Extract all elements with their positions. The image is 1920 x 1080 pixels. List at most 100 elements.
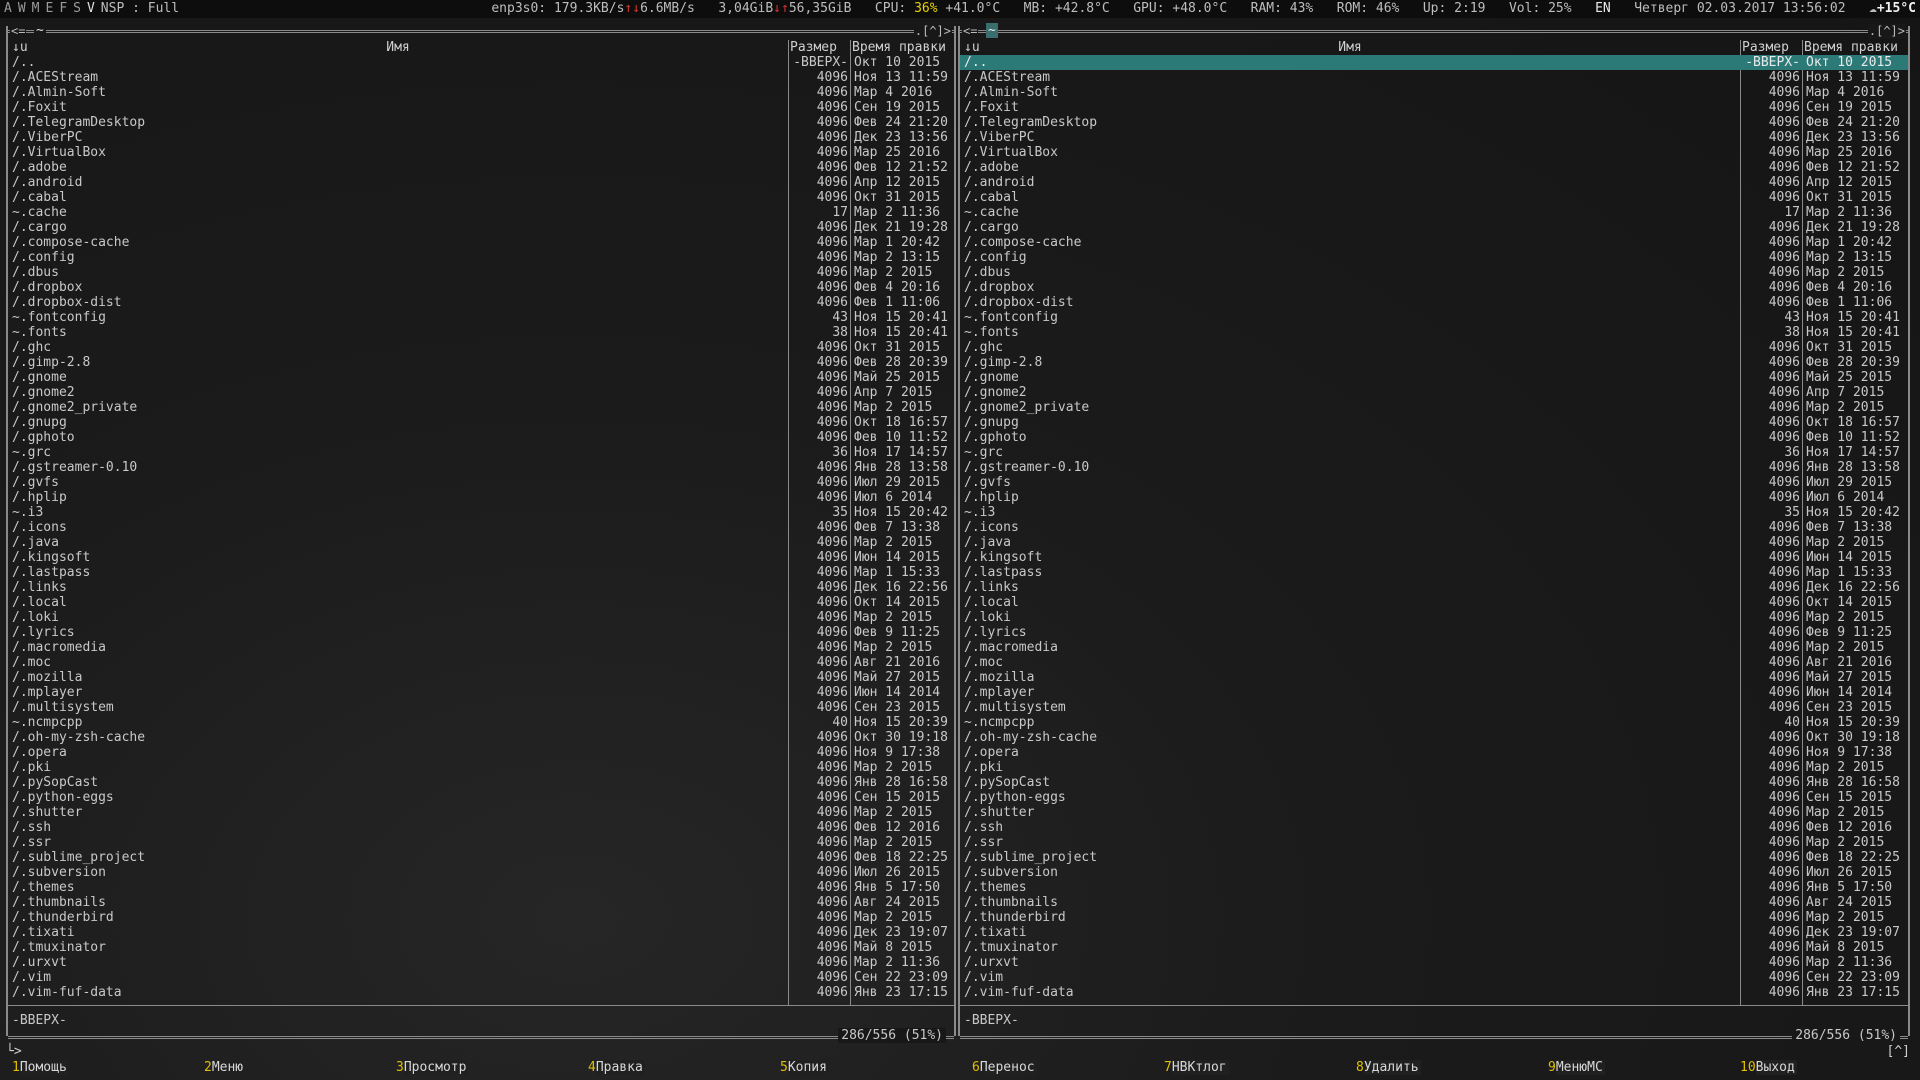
file-row[interactable]: /.gimp-2.8 4096 Фев 28 20:39 <box>8 355 954 370</box>
file-row[interactable]: /.vim-fuf-data 4096 Янв 23 17:15 <box>960 985 1908 1000</box>
file-row[interactable]: ~.grc 36 Ноя 17 14:57 <box>8 445 954 460</box>
file-row[interactable]: /.loki 4096 Мар 2 2015 <box>8 610 954 625</box>
file-row[interactable]: /.tixati 4096 Дек 23 19:07 <box>960 925 1908 940</box>
file-row[interactable]: /.ViberPC 4096 Дек 23 13:56 <box>960 130 1908 145</box>
file-row[interactable]: /.Almin-Soft 4096 Мар 4 2016 <box>8 85 954 100</box>
file-row[interactable]: /.ghc 4096 Окт 31 2015 <box>960 340 1908 355</box>
file-row[interactable]: ~.fontconfig 43 Ноя 15 20:41 <box>960 310 1908 325</box>
file-row[interactable]: /.urxvt 4096 Мар 2 11:36 <box>8 955 954 970</box>
workspace-v[interactable]: V <box>87 1 95 16</box>
file-row[interactable]: /.gphoto 4096 Фев 10 11:52 <box>960 430 1908 445</box>
file-row[interactable]: /.java 4096 Мар 2 2015 <box>960 535 1908 550</box>
file-row[interactable]: /.gnome2_private 4096 Мар 2 2015 <box>8 400 954 415</box>
file-row[interactable]: /.dropbox 4096 Фев 4 20:16 <box>8 280 954 295</box>
file-row[interactable]: /.gstreamer-0.10 4096 Янв 28 13:58 <box>960 460 1908 475</box>
workspace-s[interactable]: S <box>73 1 81 16</box>
column-name[interactable]: Имя <box>960 40 1740 55</box>
file-row[interactable]: /.pki 4096 Мар 2 2015 <box>8 760 954 775</box>
file-row[interactable]: /.multisystem 4096 Сен 23 2015 <box>960 700 1908 715</box>
file-row[interactable]: /.themes 4096 Янв 5 17:50 <box>960 880 1908 895</box>
file-row[interactable]: /.compose-cache 4096 Мар 1 20:42 <box>8 235 954 250</box>
file-row[interactable]: /.links 4096 Дек 16 22:56 <box>960 580 1908 595</box>
file-row[interactable]: /.VirtualBox 4096 Мар 25 2016 <box>8 145 954 160</box>
fkey-9-button[interactable]: 9МенюМС <box>1548 1060 1605 1075</box>
file-row[interactable]: /.mplayer 4096 Июн 14 2014 <box>960 685 1908 700</box>
file-row[interactable]: /.mozilla 4096 Май 27 2015 <box>8 670 954 685</box>
file-row[interactable]: /.gimp-2.8 4096 Фев 28 20:39 <box>960 355 1908 370</box>
file-row[interactable]: /.kingsoft 4096 Июн 14 2015 <box>8 550 954 565</box>
file-row[interactable]: ~.i3 35 Ноя 15 20:42 <box>960 505 1908 520</box>
file-row[interactable]: /.ssr 4096 Мар 2 2015 <box>960 835 1908 850</box>
file-row[interactable]: /.vim-fuf-data 4096 Янв 23 17:15 <box>8 985 954 1000</box>
file-row[interactable]: /.multisystem 4096 Сен 23 2015 <box>8 700 954 715</box>
file-row[interactable]: /.dbus 4096 Мар 2 2015 <box>8 265 954 280</box>
keyboard-layout[interactable]: EN <box>1595 1 1611 16</box>
file-row[interactable]: /.vim 4096 Сен 22 23:09 <box>8 970 954 985</box>
file-row[interactable]: /.mplayer 4096 Июн 14 2014 <box>8 685 954 700</box>
file-row[interactable]: /.dropbox-dist 4096 Фев 1 11:06 <box>960 295 1908 310</box>
file-row[interactable]: /.python-eggs 4096 Сен 15 2015 <box>8 790 954 805</box>
file-row[interactable]: /.dropbox-dist 4096 Фев 1 11:06 <box>8 295 954 310</box>
file-row[interactable]: ~.grc 36 Ноя 17 14:57 <box>960 445 1908 460</box>
file-row[interactable]: /.cargo 4096 Дек 21 19:28 <box>960 220 1908 235</box>
file-row[interactable]: /.lyrics 4096 Фев 9 11:25 <box>8 625 954 640</box>
file-row[interactable]: /.ACEStream 4096 Ноя 13 11:59 <box>8 70 954 85</box>
right-panel[interactable]: <= ~ .[^]> ↓u Имя Размер Время правки /.… <box>958 23 1910 1043</box>
file-row[interactable]: /.android 4096 Апр 12 2015 <box>8 175 954 190</box>
file-row[interactable]: /.gnupg 4096 Окт 18 16:57 <box>8 415 954 430</box>
file-row[interactable]: /.lastpass 4096 Мар 1 15:33 <box>8 565 954 580</box>
file-row[interactable]: /.macromedia 4096 Мар 2 2015 <box>8 640 954 655</box>
file-row[interactable]: /.gvfs 4096 Июл 29 2015 <box>960 475 1908 490</box>
file-row[interactable]: /.gstreamer-0.10 4096 Янв 28 13:58 <box>8 460 954 475</box>
workspace-m[interactable]: M <box>32 1 40 16</box>
column-size[interactable]: Размер <box>1742 40 1789 55</box>
panel-path[interactable]: ~ <box>986 23 998 38</box>
file-row[interactable]: /.lyrics 4096 Фев 9 11:25 <box>960 625 1908 640</box>
file-row[interactable]: /.. -ВВЕРХ- Окт 10 2015 <box>960 55 1908 70</box>
file-row[interactable]: ~.fonts 38 Ноя 15 20:41 <box>960 325 1908 340</box>
file-row[interactable]: /.compose-cache 4096 Мар 1 20:42 <box>960 235 1908 250</box>
column-mtime[interactable]: Время правки <box>1804 40 1898 55</box>
fkey-2-button[interactable]: 2Меню <box>204 1060 246 1075</box>
file-row[interactable]: ~.fontconfig 43 Ноя 15 20:41 <box>8 310 954 325</box>
file-row[interactable]: /.oh-my-zsh-cache 4096 Окт 30 19:18 <box>8 730 954 745</box>
file-row[interactable]: /.vim 4096 Сен 22 23:09 <box>960 970 1908 985</box>
file-row[interactable]: /.hplip 4096 Июл 6 2014 <box>8 490 954 505</box>
fkey-1-button[interactable]: 1Помощь <box>12 1060 69 1075</box>
file-row[interactable]: /.cabal 4096 Окт 31 2015 <box>8 190 954 205</box>
file-row[interactable]: /.urxvt 4096 Мар 2 11:36 <box>960 955 1908 970</box>
file-row[interactable]: ~.ncmpcpp 40 Ноя 15 20:39 <box>8 715 954 730</box>
file-row[interactable]: /.opera 4096 Ноя 9 17:38 <box>960 745 1908 760</box>
file-row[interactable]: /.icons 4096 Фев 7 13:38 <box>8 520 954 535</box>
panel-menu-button[interactable]: <= <box>10 24 27 39</box>
fkey-6-button[interactable]: 6Перенос <box>972 1060 1037 1075</box>
file-row[interactable]: /.Almin-Soft 4096 Мар 4 2016 <box>960 85 1908 100</box>
file-row[interactable]: /.gnome2_private 4096 Мар 2 2015 <box>960 400 1908 415</box>
file-row[interactable]: /.dbus 4096 Мар 2 2015 <box>960 265 1908 280</box>
file-row[interactable]: /.ViberPC 4096 Дек 23 13:56 <box>8 130 954 145</box>
panel-history-button[interactable]: .[^]> <box>913 24 952 39</box>
file-row[interactable]: /.loki 4096 Мар 2 2015 <box>960 610 1908 625</box>
workspace-e[interactable]: E <box>45 1 53 16</box>
file-row[interactable]: /.sublime_project 4096 Фев 18 22:25 <box>960 850 1908 865</box>
file-row[interactable]: /.ghc 4096 Окт 31 2015 <box>8 340 954 355</box>
file-row[interactable]: /.shutter 4096 Мар 2 2015 <box>8 805 954 820</box>
file-row[interactable]: /.config 4096 Мар 2 13:15 <box>960 250 1908 265</box>
command-prompt[interactable]: └> <box>6 1044 22 1059</box>
file-row[interactable]: /.thunderbird 4096 Мар 2 2015 <box>960 910 1908 925</box>
file-row[interactable]: /.thunderbird 4096 Мар 2 2015 <box>8 910 954 925</box>
fkey-7-button[interactable]: 7НВКтлог <box>1164 1060 1229 1075</box>
file-row[interactable]: /.ssh 4096 Фев 12 2016 <box>960 820 1908 835</box>
file-row[interactable]: /.gnome2 4096 Апр 7 2015 <box>8 385 954 400</box>
file-row[interactable]: /.adobe 4096 Фев 12 21:52 <box>8 160 954 175</box>
file-row[interactable]: /.tmuxinator 4096 Май 8 2015 <box>960 940 1908 955</box>
file-row[interactable]: /.adobe 4096 Фев 12 21:52 <box>960 160 1908 175</box>
file-row[interactable]: /.cargo 4096 Дек 21 19:28 <box>8 220 954 235</box>
file-row[interactable]: /.links 4096 Дек 16 22:56 <box>8 580 954 595</box>
file-row[interactable]: /.local 4096 Окт 14 2015 <box>8 595 954 610</box>
file-row[interactable]: /.pki 4096 Мар 2 2015 <box>960 760 1908 775</box>
file-row[interactable]: ~.cache 17 Мар 2 11:36 <box>960 205 1908 220</box>
file-row[interactable]: /.tixati 4096 Дек 23 19:07 <box>8 925 954 940</box>
file-row[interactable]: /.TelegramDesktop 4096 Фев 24 21:20 <box>960 115 1908 130</box>
command-history-button[interactable]: [^] <box>1887 1044 1910 1059</box>
